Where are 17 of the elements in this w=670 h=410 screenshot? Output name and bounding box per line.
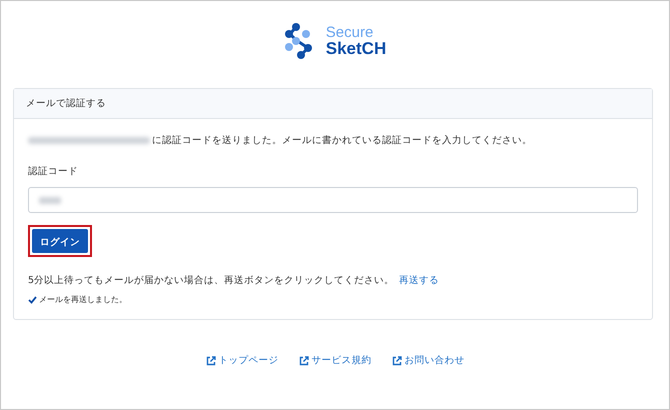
blurred-code (39, 196, 61, 204)
message-text: に認証コードを送りました。メールに書かれている認証コードを入力してください。 (152, 134, 532, 147)
status-text: メールを再送しました。 (39, 294, 127, 305)
footer-link[interactable]: サービス規約 (312, 354, 372, 367)
footer-link[interactable]: トップページ (218, 354, 278, 367)
external-link-icon (392, 356, 402, 366)
code-input-field[interactable] (28, 187, 638, 213)
external-link-icon (206, 356, 216, 366)
card-header: メールで認証する (14, 89, 652, 119)
footer-link[interactable]: お問い合わせ (404, 354, 464, 367)
resend-link[interactable]: 再送する (399, 275, 440, 286)
resend-note: 5分以上待ってもメールが届かない場合は、再送ボタンをクリックしてください。 再送する (28, 274, 440, 287)
logo-text: Secure (326, 24, 374, 40)
external-link-icon (298, 356, 308, 366)
logo-text: SketCH (326, 40, 386, 56)
field-label: 認証コード (28, 165, 79, 178)
login-button[interactable]: ログイン (32, 229, 88, 253)
